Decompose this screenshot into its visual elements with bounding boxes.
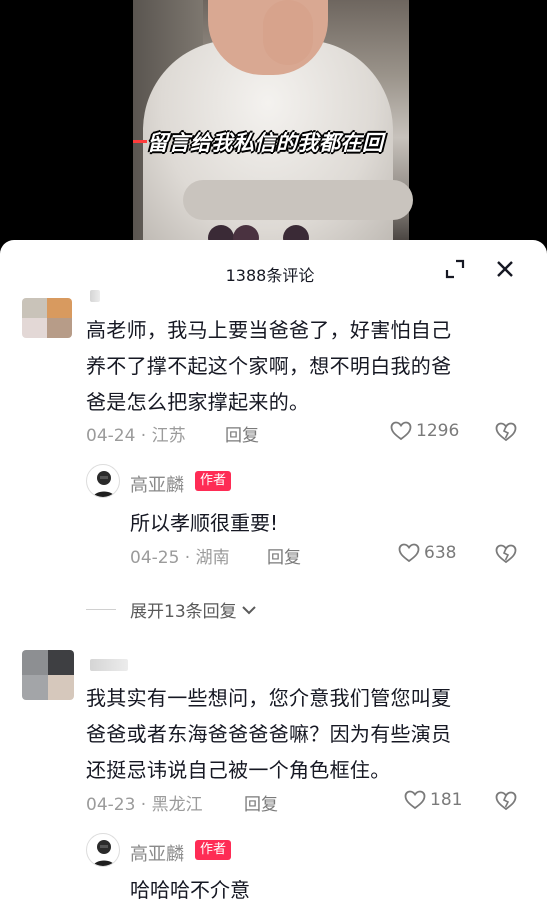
heart-outline-icon: [404, 790, 426, 810]
sheet-header: 1388条评论: [0, 240, 547, 302]
username-blurred[interactable]: [90, 290, 100, 302]
broken-heart-icon[interactable]: [495, 790, 517, 812]
like-count: 638: [424, 543, 457, 563]
expand-replies-label: 展开13条回复: [130, 602, 237, 622]
like-count: 1296: [416, 421, 460, 441]
close-icon[interactable]: [494, 258, 516, 280]
author-avatar[interactable]: [86, 833, 120, 867]
broken-heart-icon[interactable]: [495, 421, 517, 443]
comment-text: 我其实有一些想问，您介意我们管您叫夏 爸爸或者东海爸爸爸爸嘛？因为有些演员 还挺…: [86, 686, 452, 782]
reply-text: 哈哈哈不介意: [130, 878, 250, 902]
comment-meta: 04-24 · 江苏: [86, 426, 186, 446]
expand-icon[interactable]: [444, 258, 466, 280]
like-button[interactable]: 638: [398, 543, 456, 563]
divider: [86, 609, 116, 610]
avatar[interactable]: [22, 650, 74, 700]
comment-sheet: 1388条评论 高老师，我马上要当爸爸了，好害怕自己 养不了撑不起这个家啊，想不…: [0, 240, 547, 905]
avatar[interactable]: [22, 298, 72, 338]
author-badge: 作者: [195, 471, 232, 491]
broken-heart-icon[interactable]: [495, 543, 517, 565]
chevron-down-icon: [241, 605, 256, 614]
heart-outline-icon: [398, 543, 420, 563]
reply-text: 所以孝顺很重要!: [130, 511, 279, 535]
caption-mark: [133, 140, 147, 143]
reply-button[interactable]: 回复: [267, 543, 301, 568]
video-frame: [133, 0, 413, 250]
author-name[interactable]: 高亚麟: [130, 840, 184, 866]
person-arm: [183, 180, 413, 220]
like-count: 181: [430, 790, 463, 810]
expand-replies-button[interactable]: 展开13条回复: [86, 597, 257, 622]
like-button[interactable]: 181: [404, 790, 462, 810]
author-name[interactable]: 高亚麟: [130, 471, 184, 497]
comment-text: 高老师，我马上要当爸爸了，好害怕自己 养不了撑不起这个家啊，想不明白我的爸 爸是…: [86, 318, 452, 414]
author-avatar[interactable]: [86, 464, 120, 498]
person-hand: [263, 0, 313, 65]
author-badge: 作者: [195, 840, 232, 860]
comment-meta: 04-23 · 黑龙江: [86, 795, 203, 815]
reply-button[interactable]: 回复: [225, 421, 259, 446]
video-player[interactable]: 留言给我私信的我都在回: [0, 0, 547, 250]
reply-meta: 04-25 · 湖南: [130, 548, 230, 568]
username-blurred[interactable]: [90, 659, 128, 671]
heart-outline-icon: [390, 421, 412, 441]
video-caption: 留言给我私信的我都在回: [147, 131, 384, 155]
reply-button[interactable]: 回复: [244, 790, 278, 815]
like-button[interactable]: 1296: [390, 421, 459, 441]
